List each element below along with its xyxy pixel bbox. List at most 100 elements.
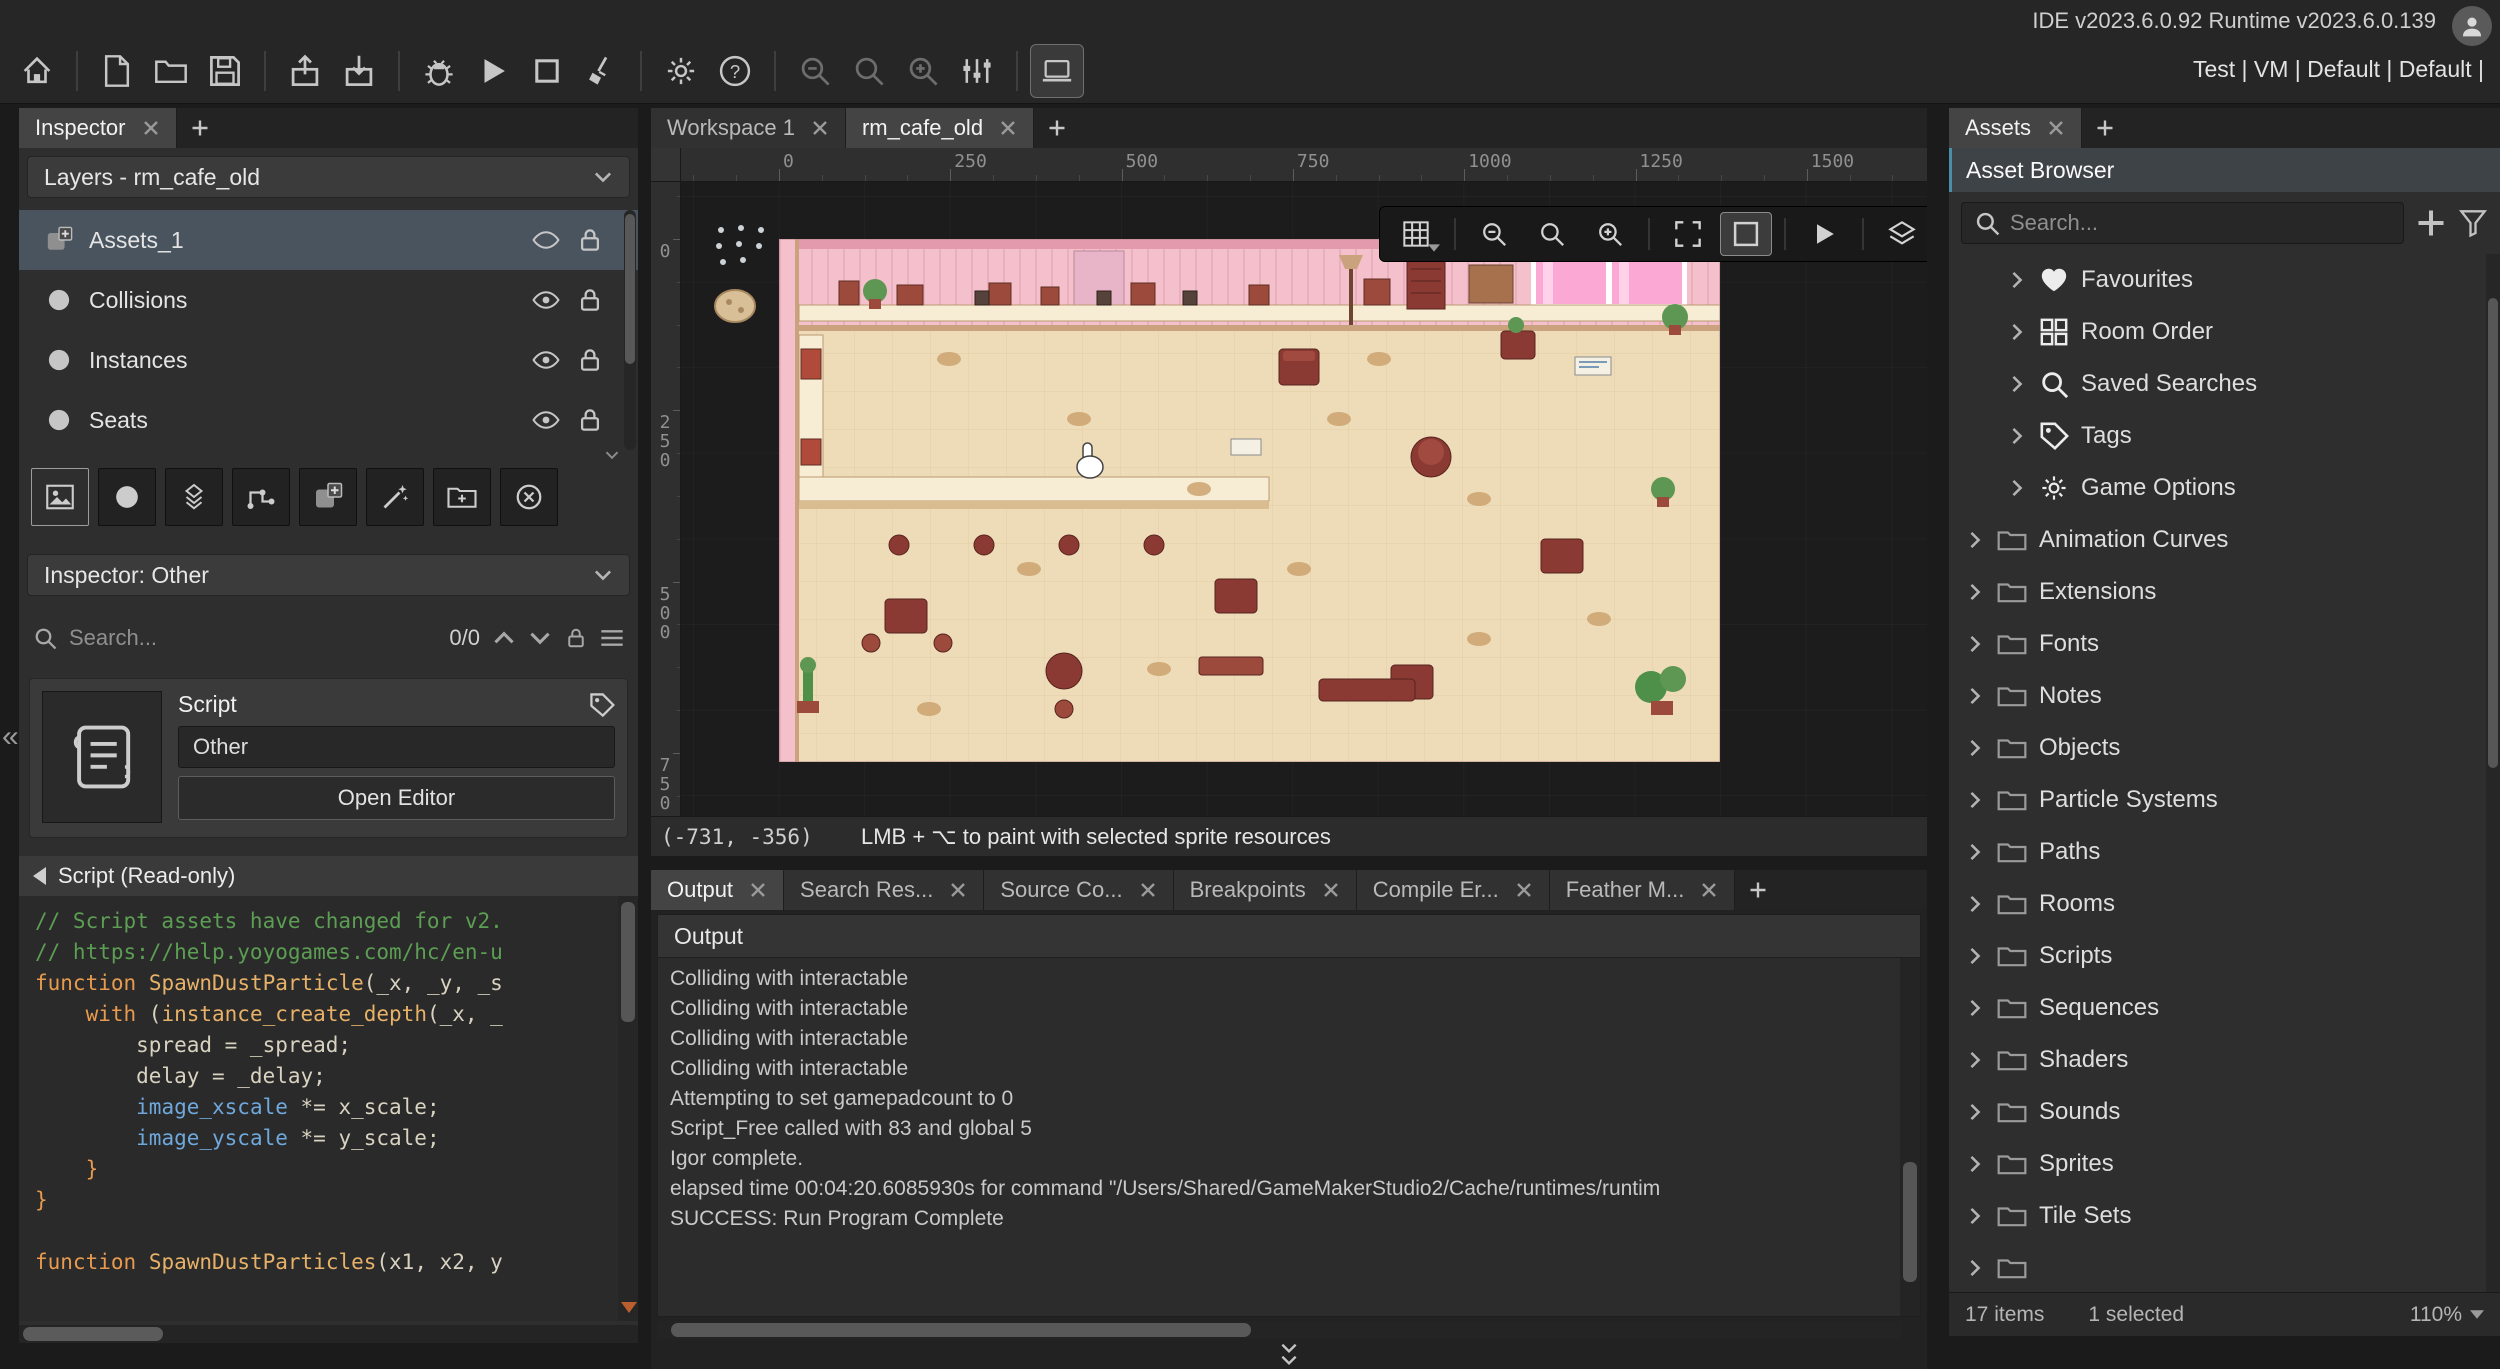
layer-row-Seats[interactable]: Seats: [19, 390, 638, 450]
visibility-eye-icon[interactable]: [532, 346, 560, 374]
close-icon[interactable]: [811, 119, 829, 137]
output-hscrollbar[interactable]: [657, 1321, 1901, 1339]
asset-tree-scrollbar[interactable]: [2486, 254, 2500, 1292]
chevron-right-icon[interactable]: [2007, 322, 2027, 342]
asset-tree-item-tile-sets[interactable]: Tile Sets: [1949, 1190, 2484, 1242]
close-icon[interactable]: [1139, 881, 1157, 899]
zoom-out-button[interactable]: [1468, 212, 1520, 256]
chevron-right-icon[interactable]: [1965, 998, 1985, 1018]
workspace-layout-button[interactable]: [950, 44, 1004, 98]
lock-icon[interactable]: [576, 406, 604, 434]
add-effect-layer-button[interactable]: [366, 468, 424, 526]
add-folder-layer-button[interactable]: [433, 468, 491, 526]
tab-inspector[interactable]: Inspector: [19, 108, 177, 148]
chevron-right-icon[interactable]: [1965, 946, 1985, 966]
chevron-right-icon[interactable]: [2007, 426, 2027, 446]
zoom-reset-button[interactable]: [1526, 212, 1578, 256]
chevron-right-icon[interactable]: [1965, 1206, 1985, 1226]
asset-search-box[interactable]: [1961, 202, 2404, 244]
add-delete-layer-button[interactable]: [500, 468, 558, 526]
output-vscrollbar[interactable]: [1900, 958, 1920, 1316]
add-tile-layer-button[interactable]: [165, 468, 223, 526]
chevron-right-icon[interactable]: [1965, 634, 1985, 654]
build-config-text[interactable]: Test | VM | Default | Default |: [2193, 56, 2484, 83]
asset-tree-item-notes[interactable]: Notes: [1949, 670, 2484, 722]
zoom-in-button[interactable]: [896, 44, 950, 98]
chevron-right-icon[interactable]: [1965, 1154, 1985, 1174]
asset-tree-item-rooms[interactable]: Rooms: [1949, 878, 2484, 930]
script-name-field[interactable]: Other: [178, 726, 615, 768]
asset-tree-item-favourites[interactable]: Favourites: [1949, 254, 2484, 306]
close-icon[interactable]: [1700, 881, 1718, 899]
chevron-right-icon[interactable]: [2007, 374, 2027, 394]
chevron-right-icon[interactable]: [1965, 790, 1985, 810]
output-tab-breakpoints[interactable]: Breakpoints: [1174, 870, 1357, 910]
asset-tree-item-objects[interactable]: Objects: [1949, 722, 2484, 774]
visibility-eye-icon[interactable]: [532, 286, 560, 314]
workspace-tab-workspace-1[interactable]: Workspace 1: [651, 108, 846, 148]
chevron-down-icon[interactable]: [604, 450, 620, 460]
asset-tree-item-extensions[interactable]: Extensions: [1949, 566, 2484, 618]
output-tab-compile-er-[interactable]: Compile Er...: [1357, 870, 1550, 910]
chevron-right-icon[interactable]: [1965, 582, 1985, 602]
add-tab-button[interactable]: [177, 108, 223, 148]
asset-tree-item-particle-systems[interactable]: Particle Systems: [1949, 774, 2484, 826]
asset-tree-item-sprites[interactable]: Sprites: [1949, 1138, 2484, 1190]
user-avatar[interactable]: [2452, 6, 2492, 46]
asset-tree-item-tags[interactable]: Tags: [1949, 410, 2484, 462]
asset-tree-item-paths[interactable]: Paths: [1949, 826, 2484, 878]
chevron-right-icon[interactable]: [1965, 894, 1985, 914]
fit-view-button[interactable]: [1662, 212, 1714, 256]
tab-assets[interactable]: Assets: [1949, 108, 2082, 148]
layer-row-Instances[interactable]: Instances: [19, 330, 638, 390]
room-canvas[interactable]: [681, 182, 1927, 816]
clean-button[interactable]: [574, 44, 628, 98]
chevron-right-icon[interactable]: [1965, 738, 1985, 758]
collapse-output-button[interactable]: [651, 1339, 1927, 1369]
output-tab-output[interactable]: Output: [651, 870, 784, 910]
layer-row-Collisions[interactable]: Collisions: [19, 270, 638, 330]
workspace-tab-rm-cafe-old[interactable]: rm_cafe_old: [846, 108, 1034, 148]
inspector-hscrollbar[interactable]: [19, 1325, 638, 1343]
script-readonly-header[interactable]: Script (Read-only): [19, 856, 638, 896]
asset-zoom-control[interactable]: 110%: [2410, 1303, 2484, 1327]
add-path-layer-button[interactable]: [232, 468, 290, 526]
menu-icon[interactable]: [600, 626, 624, 650]
package-import-button[interactable]: [332, 44, 386, 98]
layers-dropdown[interactable]: Layers - rm_cafe_old: [27, 156, 630, 198]
layer-scrollbar[interactable]: [624, 210, 636, 450]
close-icon[interactable]: [749, 881, 767, 899]
settings-button[interactable]: [654, 44, 708, 98]
add-tab-button[interactable]: [2082, 108, 2128, 148]
output-tab-source-co-[interactable]: Source Co...: [984, 870, 1173, 910]
add-sprite-layer-button[interactable]: [31, 468, 89, 526]
asset-tree-item-game-options[interactable]: Game Options: [1949, 462, 2484, 514]
visibility-eye-icon[interactable]: [532, 406, 560, 434]
chevron-up-icon[interactable]: [492, 626, 516, 650]
run-room-button[interactable]: [1798, 212, 1850, 256]
asset-tree-item-room-order[interactable]: Room Order: [1949, 306, 2484, 358]
lock-icon[interactable]: [564, 626, 588, 650]
inspector-search-input[interactable]: [69, 625, 437, 651]
canvas-frame-button[interactable]: [1720, 212, 1772, 256]
room-view[interactable]: [779, 239, 1720, 762]
add-tab-button[interactable]: [1735, 870, 1781, 910]
open-editor-button[interactable]: Open Editor: [178, 776, 615, 820]
stop-button[interactable]: [520, 44, 574, 98]
lock-icon[interactable]: [576, 286, 604, 314]
asset-tree-item[interactable]: [1949, 1242, 2484, 1292]
close-icon[interactable]: [2047, 119, 2065, 137]
grid-settings-button[interactable]: [1390, 212, 1442, 256]
add-asset-layer-button[interactable]: [299, 468, 357, 526]
asset-tree-item-fonts[interactable]: Fonts: [1949, 618, 2484, 670]
close-icon[interactable]: [949, 881, 967, 899]
asset-tree-item-sounds[interactable]: Sounds: [1949, 1086, 2484, 1138]
zoom-reset-button[interactable]: [842, 44, 896, 98]
chevron-right-icon[interactable]: [1965, 686, 1985, 706]
layer-stack-button[interactable]: [1876, 212, 1927, 256]
target-device-button[interactable]: [1030, 44, 1084, 98]
asset-tree-item-scripts[interactable]: Scripts: [1949, 930, 2484, 982]
chevron-right-icon[interactable]: [1965, 530, 1985, 550]
chevron-right-icon[interactable]: [1965, 1258, 1985, 1278]
close-icon[interactable]: [999, 119, 1017, 137]
